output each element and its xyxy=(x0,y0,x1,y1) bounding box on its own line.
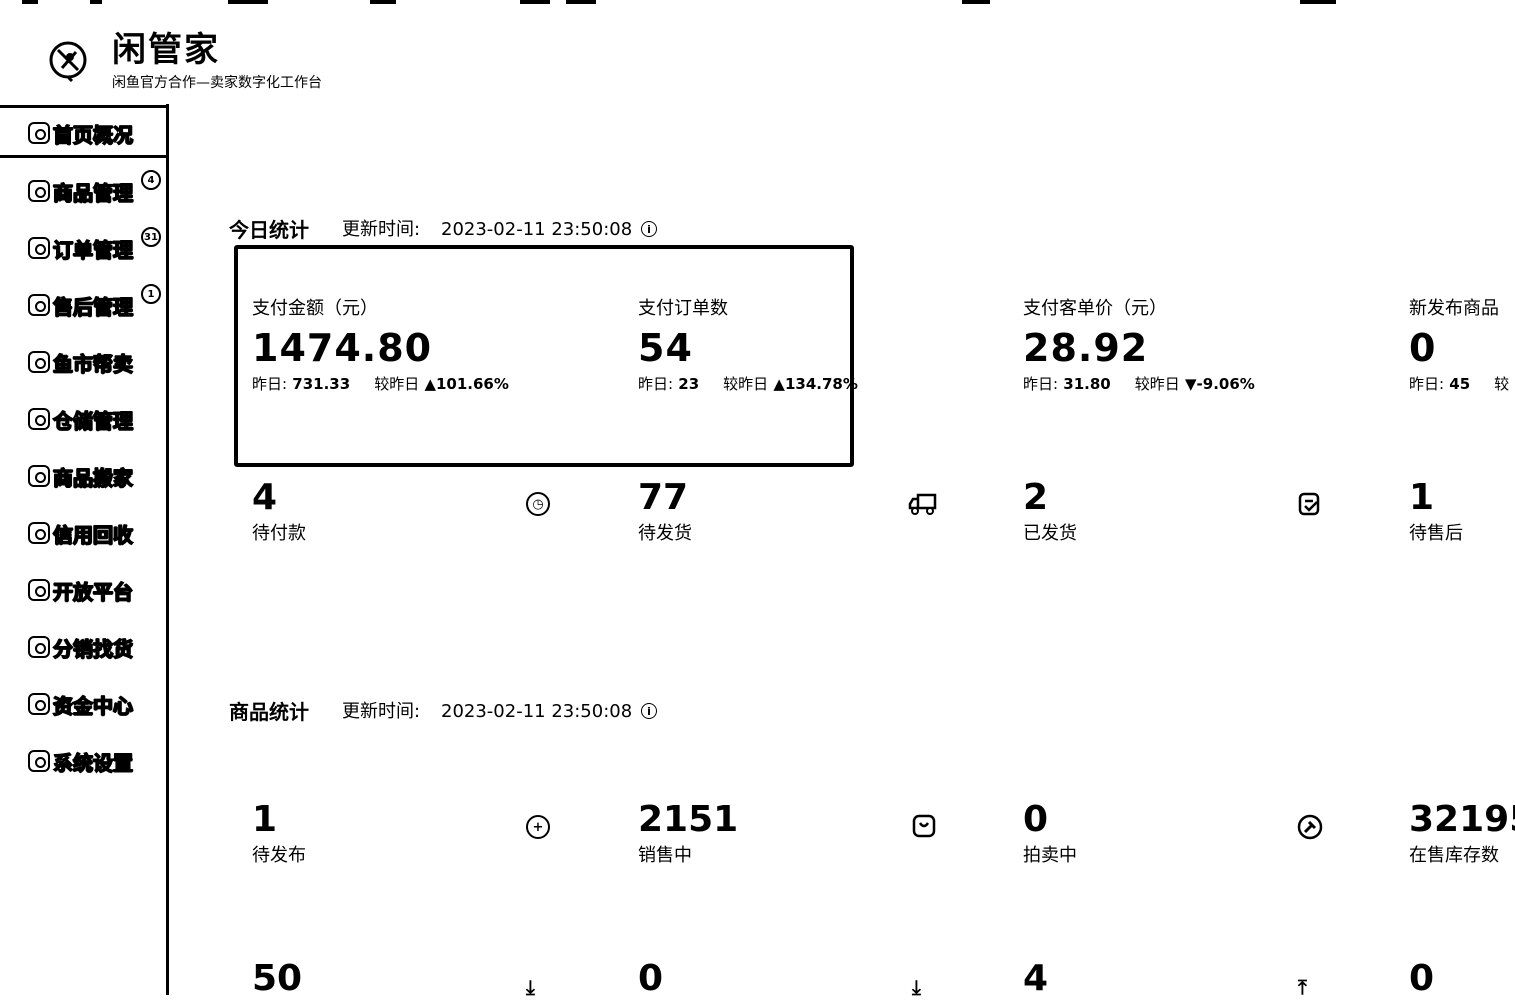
sidebar-item-home[interactable]: 首页概况 xyxy=(28,118,134,148)
goods-update-time: 2023-02-11 23:50:08 xyxy=(441,701,633,722)
shipped-icon xyxy=(1298,492,1320,516)
order-count-aftersale[interactable]: 1 xyxy=(1409,477,1434,519)
goods-count[interactable]: 50 xyxy=(252,958,302,1000)
sidebar-item-settings[interactable]: 系统设置 xyxy=(28,746,134,776)
metric-label: 支付订单数 xyxy=(638,298,728,319)
sidebar-item-distribution[interactable]: 分销找货 xyxy=(28,632,134,662)
recycle-icon xyxy=(28,522,50,544)
market-icon xyxy=(28,351,50,373)
order-label: 待发货 xyxy=(638,523,692,544)
metric-label: 支付客单价（元） xyxy=(1023,298,1167,319)
sidebar-item-label: 信用回收 xyxy=(52,522,133,547)
sidebar-item-label: 系统设置 xyxy=(52,750,133,775)
order-label: 已发货 xyxy=(1023,523,1077,544)
metric-value: 28.92 xyxy=(1023,326,1149,370)
goods-count-auction[interactable]: 0 xyxy=(1023,799,1048,841)
goods-count-inventory[interactable]: 32195 xyxy=(1409,799,1515,841)
metric-value: 0 xyxy=(1409,326,1437,370)
xianyu-logo-icon xyxy=(49,41,87,82)
plus-circle-icon: + xyxy=(526,815,550,839)
order-label: 待付款 xyxy=(252,523,306,544)
app-subtitle: 闲鱼官方合作—卖家数字化工作台 xyxy=(112,75,322,91)
order-label: 待售后 xyxy=(1409,523,1463,544)
move-icon xyxy=(28,465,50,487)
metric-label: 支付金额（元） xyxy=(252,298,378,319)
sidebar-item-open-platform[interactable]: 开放平台 xyxy=(28,575,134,605)
sidebar-item-label: 资金中心 xyxy=(52,693,133,718)
people-icon xyxy=(28,636,50,658)
top-toolbar-strip xyxy=(0,0,1515,6)
goods-count-to-publish[interactable]: 1 xyxy=(252,799,277,841)
warehouse-icon xyxy=(28,408,50,430)
sidebar-item-label: 鱼市帮卖 xyxy=(52,351,133,376)
platform-icon xyxy=(28,579,50,601)
metric-compare: 昨日: 31.80 较昨日 ▼-9.06% xyxy=(1023,375,1255,393)
app-title: 闲管家 xyxy=(112,30,220,70)
goods-label: 销售中 xyxy=(638,845,692,866)
sidebar-item-label: 仓储管理 xyxy=(52,408,133,433)
sidebar-item-label: 商品搬家 xyxy=(52,465,133,490)
today-update-label: 更新时间: xyxy=(342,219,421,240)
sidebar-item-orders[interactable]: 订单管理 xyxy=(28,233,134,263)
order-icon xyxy=(28,237,50,259)
goods-label: 在售库存数 xyxy=(1409,845,1499,866)
order-count-to-ship[interactable]: 77 xyxy=(638,477,688,519)
gear-icon xyxy=(28,750,50,772)
sidebar-item-credit-recycle[interactable]: 信用回收 xyxy=(28,518,134,548)
goods-stats-title: 商品统计 xyxy=(229,700,309,724)
order-count-pending-payment[interactable]: 4 xyxy=(252,477,277,519)
sidebar-item-label: 首页概况 xyxy=(52,122,133,147)
goods-count[interactable]: 0 xyxy=(1409,958,1434,1000)
info-icon[interactable]: i xyxy=(641,703,657,719)
metric-value: 1474.80 xyxy=(252,326,433,370)
sidebar-item-label: 开放平台 xyxy=(52,579,133,604)
sidebar-item-label: 售后管理 xyxy=(52,294,133,319)
info-icon[interactable]: i xyxy=(641,221,657,237)
bag-icon xyxy=(28,180,50,202)
orders-badge: 31 xyxy=(141,227,161,247)
sidebar-item-warehouse[interactable]: 仓储管理 xyxy=(28,404,134,434)
goods-count-on-sale[interactable]: 2151 xyxy=(638,799,738,841)
goods-label: 待发布 xyxy=(252,845,306,866)
truck-icon xyxy=(908,493,937,515)
today-stats-title: 今日统计 xyxy=(229,218,309,242)
sidebar-item-aftersale[interactable]: 售后管理 xyxy=(28,290,134,320)
sidebar-item-funds[interactable]: 资金中心 xyxy=(28,689,134,719)
metric-compare: 昨日: 45 较 xyxy=(1409,375,1510,393)
grid-icon xyxy=(28,122,50,144)
metric-label: 新发布商品 xyxy=(1409,298,1499,319)
sidebar-item-label: 订单管理 xyxy=(52,237,133,262)
hammer-icon xyxy=(1297,814,1323,840)
download-icon: ⤓ xyxy=(526,975,535,999)
sidebar-divider xyxy=(166,104,169,995)
bag-icon xyxy=(912,814,936,838)
aftersale-icon xyxy=(28,294,50,316)
goods-label: 拍卖中 xyxy=(1023,845,1077,866)
clock-icon: ◷ xyxy=(526,492,550,516)
goods-update-label: 更新时间: xyxy=(342,701,421,722)
sidebar-item-move[interactable]: 商品搬家 xyxy=(28,461,134,491)
products-badge: 4 xyxy=(141,170,161,190)
goods-count[interactable]: 4 xyxy=(1023,958,1048,1000)
today-update-time: 2023-02-11 23:50:08 xyxy=(441,219,633,240)
sidebar-item-label: 商品管理 xyxy=(52,180,133,205)
metric-value: 54 xyxy=(638,326,693,370)
order-count-shipped[interactable]: 2 xyxy=(1023,477,1048,519)
goods-count[interactable]: 0 xyxy=(638,958,663,1000)
metric-compare: 昨日: 731.33 较昨日 ▲101.66% xyxy=(252,375,509,393)
download-icon: ⤓ xyxy=(912,975,921,999)
aftersale-badge: 1 xyxy=(141,284,161,304)
metric-compare: 昨日: 23 较昨日 ▲134.78% xyxy=(638,375,858,393)
upload-icon: ⤒ xyxy=(1298,975,1307,999)
sidebar-item-products[interactable]: 商品管理 xyxy=(28,176,134,206)
sidebar-item-fish-market[interactable]: 鱼市帮卖 xyxy=(28,347,134,377)
wallet-icon xyxy=(28,693,50,715)
sidebar-item-label: 分销找货 xyxy=(52,636,133,661)
